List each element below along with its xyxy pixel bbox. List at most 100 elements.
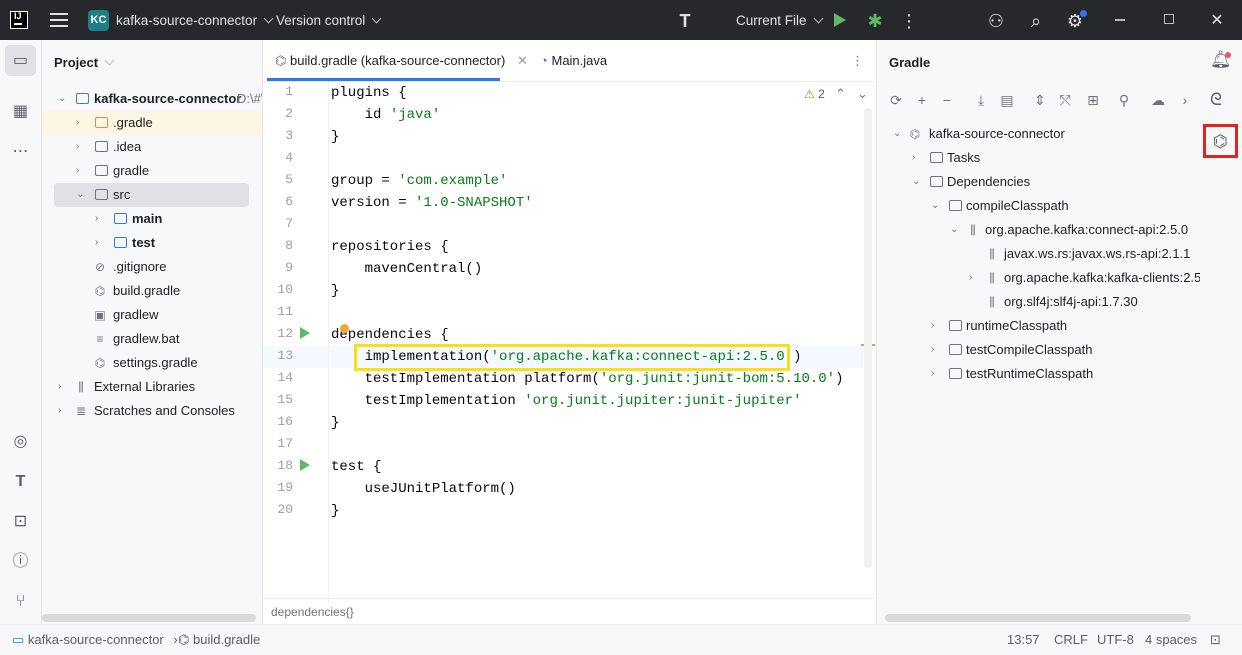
problems-icon[interactable]: ⓘ: [5, 546, 36, 577]
close-tab-icon[interactable]: ✕: [517, 53, 528, 68]
run-dependencies-gutter[interactable]: [300, 327, 310, 339]
editor-vscrollbar[interactable]: [864, 108, 872, 568]
tree-row-settings-gradle[interactable]: ⌬ settings.gradle: [42, 351, 262, 375]
tree-row-external-libraries[interactable]: › ⫼ External Libraries: [42, 375, 262, 399]
ai-assistant-icon[interactable]: ᘓ: [1210, 90, 1222, 110]
intention-bulb-icon[interactable]: [340, 324, 349, 333]
collapsed-arrow-icon[interactable]: ›: [931, 314, 941, 338]
collapsed-arrow-icon[interactable]: ›: [95, 231, 105, 255]
project-panel-title[interactable]: Project: [54, 55, 115, 70]
collapsed-arrow-icon[interactable]: ›: [95, 207, 105, 231]
tab-main-java[interactable]: ◔ Main.java: [540, 53, 607, 68]
download-icon[interactable]: ⤓: [971, 90, 991, 110]
tree-row-gradle-cache[interactable]: › .gradle: [42, 111, 262, 135]
run-config-selector[interactable]: Current File: [736, 13, 823, 28]
collapsed-arrow-icon[interactable]: ›: [58, 375, 68, 399]
expanded-arrow-icon[interactable]: ⌄: [76, 183, 86, 207]
line-separator[interactable]: CRLF: [1054, 632, 1088, 647]
git-icon[interactable]: ⑂: [5, 586, 36, 617]
intellij-logo-icon[interactable]: IJ: [10, 11, 28, 29]
gradle-tool-window-button[interactable]: ⌬: [1203, 124, 1238, 158]
services-icon[interactable]: ◎: [5, 426, 36, 457]
more-tools-icon[interactable]: ⋯: [5, 136, 36, 167]
minimize-icon[interactable]: [1115, 19, 1125, 21]
dependency-analyzer-icon[interactable]: ⊞: [1083, 90, 1103, 110]
offline-mode-icon[interactable]: ☁: [1148, 90, 1168, 110]
warnings-indicator[interactable]: ⚠ 2: [804, 87, 825, 101]
more-actions-icon[interactable]: ⋮: [898, 10, 920, 32]
add-icon[interactable]: +: [912, 90, 932, 110]
debug-bug-icon[interactable]: ✱: [864, 10, 886, 32]
collapsed-arrow-icon[interactable]: ›: [969, 266, 979, 290]
project-switcher[interactable]: kafka-source-connector: [116, 13, 274, 28]
status-breadcrumb-project[interactable]: ▭ kafka-source-connector ›: [12, 632, 184, 648]
main-menu-icon[interactable]: [50, 13, 68, 27]
expanded-arrow-icon[interactable]: ⌄: [912, 170, 922, 194]
tree-row-test[interactable]: › test: [42, 231, 262, 255]
run-button[interactable]: [834, 13, 846, 27]
tree-row-gradlew[interactable]: ▣ gradlew: [42, 303, 262, 327]
tree-row-root[interactable]: ⌄ kafka-source-connector D:\#\: [42, 87, 262, 111]
collapsed-arrow-icon[interactable]: ›: [76, 159, 86, 183]
tree-row-gradlew-bat[interactable]: ≡ gradlew.bat: [42, 327, 262, 351]
caret-position[interactable]: 13:57: [1007, 632, 1040, 647]
collapsed-arrow-icon[interactable]: ›: [931, 338, 941, 362]
gradle-tree-slf4j[interactable]: ⫼ org.slf4j:slf4j-api:1.7.30: [877, 290, 1137, 314]
tree-row-scratches[interactable]: › ≣ Scratches and Consoles: [42, 399, 262, 423]
build-icon[interactable]: T: [5, 466, 36, 497]
tab-build-gradle[interactable]: ⌬ build.gradle (kafka-source-connector) …: [275, 53, 528, 69]
gradle-tree-connect-api[interactable]: ⌄ ⫼ org.apache.kafka:connect-api:2.5.0: [877, 218, 1188, 242]
tree-row-main[interactable]: › main: [42, 207, 262, 231]
gradle-tree-test-compile-classpath[interactable]: › testCompileClasspath: [877, 338, 1137, 362]
gradle-tree-test-runtime-classpath[interactable]: › testRuntimeClasspath: [877, 362, 1137, 386]
project-badge[interactable]: KC: [88, 10, 109, 31]
prev-highlight-icon[interactable]: ⌃: [835, 86, 846, 102]
collapse-all-icon[interactable]: ⤲: [1055, 90, 1075, 110]
collapsed-arrow-icon[interactable]: ›: [931, 362, 941, 386]
indent-setting[interactable]: 4 spaces: [1145, 632, 1197, 647]
project-folder-icon[interactable]: ▭: [5, 45, 36, 76]
next-highlight-icon[interactable]: ⌄: [857, 86, 868, 102]
tree-row-gradle[interactable]: › gradle: [42, 159, 262, 183]
terminal-icon[interactable]: ⊡: [5, 506, 36, 537]
collapsed-arrow-icon[interactable]: ›: [912, 146, 922, 170]
gradle-tree-root[interactable]: ⌄ ⌬ kafka-source-connector: [877, 122, 1137, 146]
gradle-tree-compile-classpath[interactable]: ⌄ compileClasspath: [877, 194, 1137, 218]
tab-options-icon[interactable]: ⋮: [851, 53, 864, 69]
expanded-arrow-icon[interactable]: ⌄: [950, 218, 960, 242]
status-breadcrumb-file[interactable]: ⌬ build.gradle: [178, 632, 260, 648]
expand-all-icon[interactable]: ⇕: [1030, 90, 1050, 110]
gradle-tree-tasks[interactable]: › Tasks: [877, 146, 1137, 170]
expanded-arrow-icon[interactable]: ⌄: [893, 122, 903, 146]
tree-row-build-gradle[interactable]: ⌬ build.gradle: [42, 279, 262, 303]
expanded-arrow-icon[interactable]: ⌄: [931, 194, 941, 218]
build-hammer-icon[interactable]: T: [674, 10, 696, 32]
reload-icon[interactable]: ⟳: [886, 90, 906, 110]
gradle-hscrollbar[interactable]: [885, 614, 1191, 622]
execute-task-icon[interactable]: ▤: [997, 90, 1017, 110]
tree-row-idea[interactable]: › .idea: [42, 135, 262, 159]
search-icon[interactable]: ⌕: [1025, 10, 1047, 32]
vcs-menu[interactable]: Version control: [276, 13, 382, 28]
analyze-icon[interactable]: ⚲: [1114, 90, 1134, 110]
tree-row-src[interactable]: ⌄ src: [54, 183, 249, 207]
collapsed-arrow-icon[interactable]: ›: [76, 111, 86, 135]
gradle-tree-kafka-clients[interactable]: › ⫼ org.apache.kafka:kafka-clients:2.5.0: [877, 266, 1200, 290]
collapsed-arrow-icon[interactable]: ›: [58, 399, 68, 423]
more-icon[interactable]: ›: [1175, 90, 1195, 110]
structure-icon[interactable]: ▦: [5, 96, 36, 127]
close-icon[interactable]: ✕: [1206, 10, 1228, 32]
editor-breadcrumb[interactable]: dependencies{}: [271, 605, 354, 619]
maximize-icon[interactable]: [1164, 14, 1174, 24]
expanded-arrow-icon[interactable]: ⌄: [58, 87, 68, 111]
project-hscrollbar[interactable]: [42, 614, 256, 622]
gradle-tree-javax-ws[interactable]: ⫼ javax.ws.rs:javax.ws.rs-api:2.1.1: [877, 242, 1190, 266]
readonly-lock-icon[interactable]: ⊡: [1210, 632, 1221, 648]
remove-icon[interactable]: −: [937, 90, 957, 110]
run-test-gutter[interactable]: [300, 459, 310, 471]
tree-row-gitignore[interactable]: ⊘ .gitignore: [42, 255, 262, 279]
file-encoding[interactable]: UTF-8: [1097, 632, 1134, 647]
collapsed-arrow-icon[interactable]: ›: [76, 135, 86, 159]
gradle-tree-runtime-classpath[interactable]: › runtimeClasspath: [877, 314, 1137, 338]
gradle-tree-dependencies[interactable]: ⌄ Dependencies: [877, 170, 1137, 194]
